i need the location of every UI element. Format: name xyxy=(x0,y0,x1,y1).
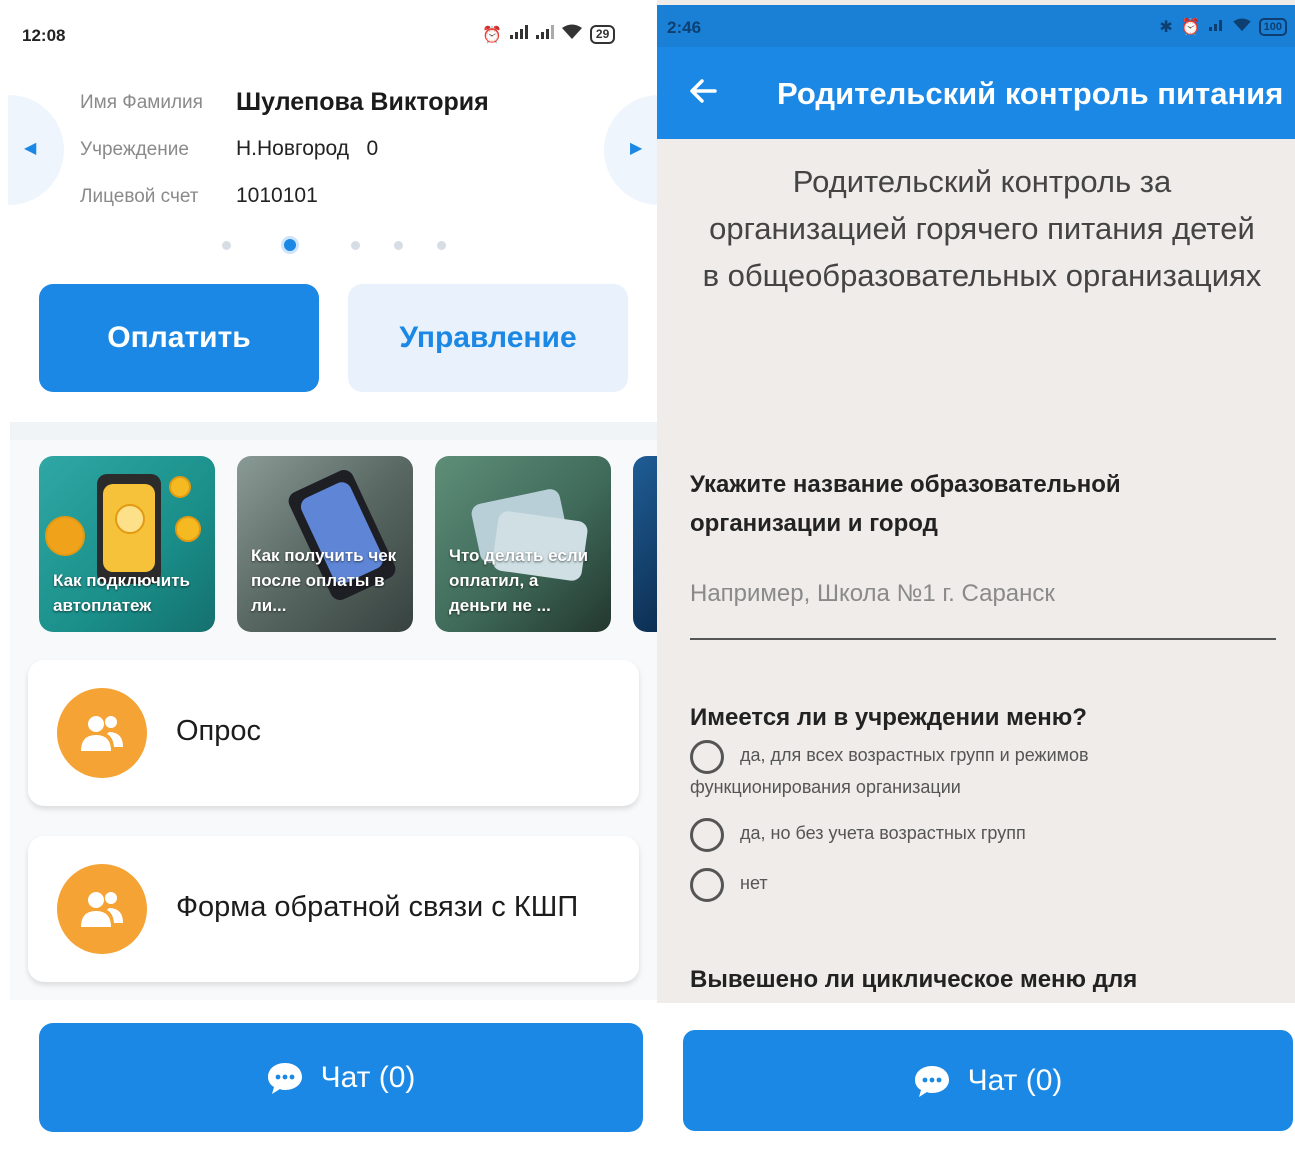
alarm-icon: ⏰ xyxy=(482,26,502,44)
screenshot-root: 12:08 ⏰ 29 ◀ ▶ Имя Фамилия Шулепова Викт… xyxy=(0,0,1295,1153)
prev-profile-button[interactable]: ◀ xyxy=(8,95,64,205)
manage-button[interactable]: Управление xyxy=(348,284,628,392)
story-card-partial[interactable] xyxy=(633,456,657,632)
group-icon xyxy=(57,688,147,778)
radio-option-label: нет xyxy=(740,873,768,893)
radio-option-label: да, для всех возрастных групп и режимов xyxy=(740,745,1089,765)
coin-icon xyxy=(169,476,191,498)
story-caption: Что делать если оплатил, а деньги не ... xyxy=(449,546,589,615)
profile-pager xyxy=(0,236,657,256)
chat-bubble-icon xyxy=(914,1065,949,1097)
status-bar: 2:46 ✱ ⏰ 100 xyxy=(657,5,1295,47)
status-time: 12:08 xyxy=(22,26,66,45)
feedback-card[interactable]: Форма обратной связи с КШП xyxy=(28,836,639,982)
dollar-coin-icon xyxy=(115,504,145,534)
right-phone-screen: 2:46 ✱ ⏰ 100 Родительский контроль питан… xyxy=(657,0,1295,1153)
arrow-left-icon xyxy=(690,79,717,103)
question-cyclic-menu: Вывешено ли циклическое меню для xyxy=(690,966,1138,993)
pay-button[interactable]: Оплатить xyxy=(39,284,319,392)
bluetooth-icon: ✱ xyxy=(1159,19,1173,36)
chat-button[interactable]: Чат (0) xyxy=(683,1030,1293,1131)
chevron-right-icon: ▶ xyxy=(630,140,643,157)
pager-dot[interactable] xyxy=(351,241,360,250)
institution-value: Н.Новгород 0 xyxy=(236,137,379,160)
school-name-field-wrapper xyxy=(690,574,1276,640)
left-phone-screen: 12:08 ⏰ 29 ◀ ▶ Имя Фамилия Шулепова Викт… xyxy=(0,0,660,1153)
feedback-card-title: Форма обратной связи с КШП xyxy=(176,891,579,923)
wifi-icon xyxy=(561,24,582,45)
survey-card-title: Опрос xyxy=(176,715,262,747)
clock-icon xyxy=(45,516,85,556)
radio-option-label-continued: функционирования организации xyxy=(690,777,961,797)
alarm-icon: ⏰ xyxy=(1180,19,1201,36)
group-icon xyxy=(57,864,147,954)
battery-icon: 100 xyxy=(1258,18,1287,36)
signal-icon xyxy=(509,25,528,44)
account-label: Лицевой счет xyxy=(80,186,199,207)
story-card-receipt[interactable]: Как получить чек после оплаты в ли... xyxy=(237,456,413,632)
form-heading: Родительский контроль за организацией го… xyxy=(702,164,1262,293)
chevron-left-icon: ◀ xyxy=(24,140,37,157)
coin-icon xyxy=(175,516,201,542)
battery-icon: 29 xyxy=(589,25,616,44)
chat-button[interactable]: Чат (0) xyxy=(39,1023,643,1132)
pager-dot-active[interactable] xyxy=(281,236,299,254)
survey-card[interactable]: Опрос xyxy=(28,660,639,806)
institution-label: Учреждение xyxy=(80,139,189,160)
name-label: Имя Фамилия xyxy=(80,92,203,113)
status-time: 2:46 xyxy=(667,18,702,37)
app-bar: Родительский контроль питания xyxy=(657,47,1295,139)
chat-label: Чат (0) xyxy=(967,1063,1063,1097)
account-value: 1010101 xyxy=(236,184,318,207)
pager-dot[interactable] xyxy=(437,241,446,250)
next-profile-button[interactable]: ▶ xyxy=(604,95,660,205)
signal-icon xyxy=(535,25,554,44)
question-menu-available: Имеется ли в учреждении меню? xyxy=(690,704,1087,731)
divider xyxy=(10,422,657,440)
status-icons: ✱ ⏰ 100 xyxy=(1159,17,1287,37)
pager-dot[interactable] xyxy=(394,241,403,250)
status-icons: ⏰ 29 xyxy=(482,24,616,45)
radio-option-label: да, но без учета возрастных групп xyxy=(740,823,1026,843)
radio-button[interactable] xyxy=(690,818,724,852)
pager-dot[interactable] xyxy=(222,241,231,250)
story-card-payment-issue[interactable]: Что делать если оплатил, а деньги не ... xyxy=(435,456,611,632)
wifi-icon xyxy=(1232,17,1251,37)
chat-bubble-icon xyxy=(267,1062,302,1094)
app-bar-title: Родительский контроль питания xyxy=(777,76,1284,111)
signal-icon xyxy=(1208,18,1225,36)
name-value: Шулепова Виктория xyxy=(236,88,489,116)
radio-button[interactable] xyxy=(690,868,724,902)
chat-label: Чат (0) xyxy=(320,1060,416,1094)
back-button[interactable] xyxy=(687,75,719,112)
story-card-autopay[interactable]: Как подключить автоплатеж xyxy=(39,456,215,632)
status-bar: 12:08 ⏰ 29 xyxy=(0,0,657,70)
story-caption: Как подключить автоплатеж xyxy=(53,571,190,615)
story-caption: Как получить чек после оплаты в ли... xyxy=(251,546,397,615)
question-school-name: Укажите название образовательной организ… xyxy=(690,471,1121,537)
school-name-input[interactable] xyxy=(690,574,1276,614)
radio-button[interactable] xyxy=(690,740,724,774)
